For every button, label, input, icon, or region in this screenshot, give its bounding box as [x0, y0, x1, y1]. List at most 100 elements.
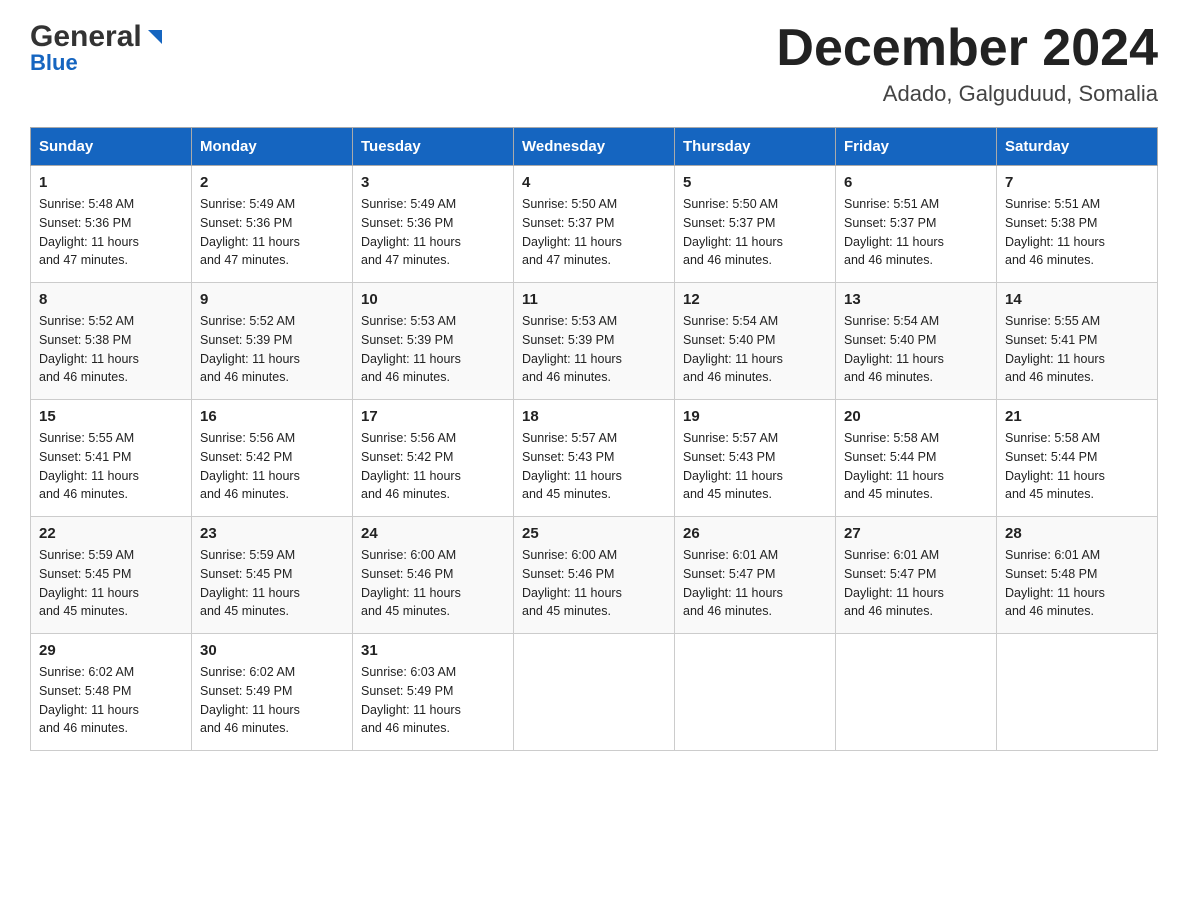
calendar-cell: 9 Sunrise: 5:52 AMSunset: 5:39 PMDayligh…: [192, 283, 353, 400]
calendar-cell: [675, 634, 836, 751]
day-info: Sunrise: 5:48 AMSunset: 5:36 PMDaylight:…: [39, 197, 139, 267]
day-number: 7: [1005, 174, 1149, 191]
day-number: 8: [39, 291, 183, 308]
day-number: 30: [200, 642, 344, 659]
day-number: 26: [683, 525, 827, 542]
calendar-cell: 28 Sunrise: 6:01 AMSunset: 5:48 PMDaylig…: [997, 517, 1158, 634]
day-number: 17: [361, 408, 505, 425]
calendar-cell: 23 Sunrise: 5:59 AMSunset: 5:45 PMDaylig…: [192, 517, 353, 634]
calendar-cell: 7 Sunrise: 5:51 AMSunset: 5:38 PMDayligh…: [997, 166, 1158, 283]
page-header: General Blue December 2024 Adado, Galgud…: [30, 20, 1158, 107]
day-info: Sunrise: 5:51 AMSunset: 5:38 PMDaylight:…: [1005, 197, 1105, 267]
calendar-cell: 14 Sunrise: 5:55 AMSunset: 5:41 PMDaylig…: [997, 283, 1158, 400]
calendar-cell: 22 Sunrise: 5:59 AMSunset: 5:45 PMDaylig…: [31, 517, 192, 634]
day-info: Sunrise: 5:50 AMSunset: 5:37 PMDaylight:…: [522, 197, 622, 267]
header-wednesday: Wednesday: [514, 128, 675, 166]
calendar-week-row: 22 Sunrise: 5:59 AMSunset: 5:45 PMDaylig…: [31, 517, 1158, 634]
day-info: Sunrise: 5:59 AMSunset: 5:45 PMDaylight:…: [39, 548, 139, 618]
calendar-cell: [836, 634, 997, 751]
title-block: December 2024 Adado, Galguduud, Somalia: [776, 20, 1158, 107]
day-number: 6: [844, 174, 988, 191]
calendar-cell: 6 Sunrise: 5:51 AMSunset: 5:37 PMDayligh…: [836, 166, 997, 283]
calendar-cell: 13 Sunrise: 5:54 AMSunset: 5:40 PMDaylig…: [836, 283, 997, 400]
day-number: 1: [39, 174, 183, 191]
logo-blue-text: Blue: [30, 50, 78, 76]
day-number: 15: [39, 408, 183, 425]
calendar-cell: [514, 634, 675, 751]
day-info: Sunrise: 6:00 AMSunset: 5:46 PMDaylight:…: [361, 548, 461, 618]
day-number: 31: [361, 642, 505, 659]
day-info: Sunrise: 5:59 AMSunset: 5:45 PMDaylight:…: [200, 548, 300, 618]
day-info: Sunrise: 6:01 AMSunset: 5:47 PMDaylight:…: [683, 548, 783, 618]
day-number: 10: [361, 291, 505, 308]
header-thursday: Thursday: [675, 128, 836, 166]
day-number: 9: [200, 291, 344, 308]
calendar-cell: 11 Sunrise: 5:53 AMSunset: 5:39 PMDaylig…: [514, 283, 675, 400]
day-info: Sunrise: 6:02 AMSunset: 5:49 PMDaylight:…: [200, 665, 300, 735]
calendar-cell: 10 Sunrise: 5:53 AMSunset: 5:39 PMDaylig…: [353, 283, 514, 400]
logo: General Blue: [30, 20, 166, 76]
calendar-week-row: 15 Sunrise: 5:55 AMSunset: 5:41 PMDaylig…: [31, 400, 1158, 517]
day-number: 2: [200, 174, 344, 191]
day-info: Sunrise: 6:01 AMSunset: 5:47 PMDaylight:…: [844, 548, 944, 618]
day-info: Sunrise: 5:54 AMSunset: 5:40 PMDaylight:…: [683, 314, 783, 384]
calendar-cell: 3 Sunrise: 5:49 AMSunset: 5:36 PMDayligh…: [353, 166, 514, 283]
day-info: Sunrise: 5:58 AMSunset: 5:44 PMDaylight:…: [844, 431, 944, 501]
day-info: Sunrise: 5:55 AMSunset: 5:41 PMDaylight:…: [39, 431, 139, 501]
header-sunday: Sunday: [31, 128, 192, 166]
day-info: Sunrise: 5:54 AMSunset: 5:40 PMDaylight:…: [844, 314, 944, 384]
location-subtitle: Adado, Galguduud, Somalia: [776, 81, 1158, 107]
day-info: Sunrise: 6:00 AMSunset: 5:46 PMDaylight:…: [522, 548, 622, 618]
calendar-cell: 27 Sunrise: 6:01 AMSunset: 5:47 PMDaylig…: [836, 517, 997, 634]
day-info: Sunrise: 5:56 AMSunset: 5:42 PMDaylight:…: [361, 431, 461, 501]
day-number: 16: [200, 408, 344, 425]
calendar-week-row: 29 Sunrise: 6:02 AMSunset: 5:48 PMDaylig…: [31, 634, 1158, 751]
logo-triangle-icon: [144, 26, 166, 48]
header-friday: Friday: [836, 128, 997, 166]
day-info: Sunrise: 5:57 AMSunset: 5:43 PMDaylight:…: [683, 431, 783, 501]
calendar-cell: 25 Sunrise: 6:00 AMSunset: 5:46 PMDaylig…: [514, 517, 675, 634]
day-number: 20: [844, 408, 988, 425]
calendar-cell: 17 Sunrise: 5:56 AMSunset: 5:42 PMDaylig…: [353, 400, 514, 517]
day-info: Sunrise: 6:03 AMSunset: 5:49 PMDaylight:…: [361, 665, 461, 735]
day-info: Sunrise: 5:50 AMSunset: 5:37 PMDaylight:…: [683, 197, 783, 267]
day-info: Sunrise: 5:58 AMSunset: 5:44 PMDaylight:…: [1005, 431, 1105, 501]
day-number: 4: [522, 174, 666, 191]
day-info: Sunrise: 5:55 AMSunset: 5:41 PMDaylight:…: [1005, 314, 1105, 384]
month-year-title: December 2024: [776, 20, 1158, 77]
calendar-cell: 26 Sunrise: 6:01 AMSunset: 5:47 PMDaylig…: [675, 517, 836, 634]
day-info: Sunrise: 5:53 AMSunset: 5:39 PMDaylight:…: [361, 314, 461, 384]
calendar-cell: 1 Sunrise: 5:48 AMSunset: 5:36 PMDayligh…: [31, 166, 192, 283]
calendar-cell: 30 Sunrise: 6:02 AMSunset: 5:49 PMDaylig…: [192, 634, 353, 751]
day-number: 19: [683, 408, 827, 425]
day-number: 14: [1005, 291, 1149, 308]
calendar-cell: 16 Sunrise: 5:56 AMSunset: 5:42 PMDaylig…: [192, 400, 353, 517]
calendar-cell: 5 Sunrise: 5:50 AMSunset: 5:37 PMDayligh…: [675, 166, 836, 283]
day-number: 11: [522, 291, 666, 308]
day-info: Sunrise: 6:02 AMSunset: 5:48 PMDaylight:…: [39, 665, 139, 735]
calendar-cell: 29 Sunrise: 6:02 AMSunset: 5:48 PMDaylig…: [31, 634, 192, 751]
calendar-cell: 20 Sunrise: 5:58 AMSunset: 5:44 PMDaylig…: [836, 400, 997, 517]
day-info: Sunrise: 5:52 AMSunset: 5:38 PMDaylight:…: [39, 314, 139, 384]
day-info: Sunrise: 5:49 AMSunset: 5:36 PMDaylight:…: [200, 197, 300, 267]
calendar-header-row: Sunday Monday Tuesday Wednesday Thursday…: [31, 128, 1158, 166]
calendar-cell: 24 Sunrise: 6:00 AMSunset: 5:46 PMDaylig…: [353, 517, 514, 634]
calendar-cell: 2 Sunrise: 5:49 AMSunset: 5:36 PMDayligh…: [192, 166, 353, 283]
day-info: Sunrise: 5:53 AMSunset: 5:39 PMDaylight:…: [522, 314, 622, 384]
day-number: 12: [683, 291, 827, 308]
day-info: Sunrise: 5:52 AMSunset: 5:39 PMDaylight:…: [200, 314, 300, 384]
day-info: Sunrise: 5:49 AMSunset: 5:36 PMDaylight:…: [361, 197, 461, 267]
calendar-cell: 21 Sunrise: 5:58 AMSunset: 5:44 PMDaylig…: [997, 400, 1158, 517]
day-number: 21: [1005, 408, 1149, 425]
day-number: 25: [522, 525, 666, 542]
day-info: Sunrise: 5:57 AMSunset: 5:43 PMDaylight:…: [522, 431, 622, 501]
logo-general-text: General: [30, 20, 142, 54]
calendar-cell: 19 Sunrise: 5:57 AMSunset: 5:43 PMDaylig…: [675, 400, 836, 517]
calendar-table: Sunday Monday Tuesday Wednesday Thursday…: [30, 127, 1158, 751]
day-number: 27: [844, 525, 988, 542]
day-number: 23: [200, 525, 344, 542]
day-number: 5: [683, 174, 827, 191]
calendar-week-row: 1 Sunrise: 5:48 AMSunset: 5:36 PMDayligh…: [31, 166, 1158, 283]
calendar-cell: 15 Sunrise: 5:55 AMSunset: 5:41 PMDaylig…: [31, 400, 192, 517]
header-monday: Monday: [192, 128, 353, 166]
